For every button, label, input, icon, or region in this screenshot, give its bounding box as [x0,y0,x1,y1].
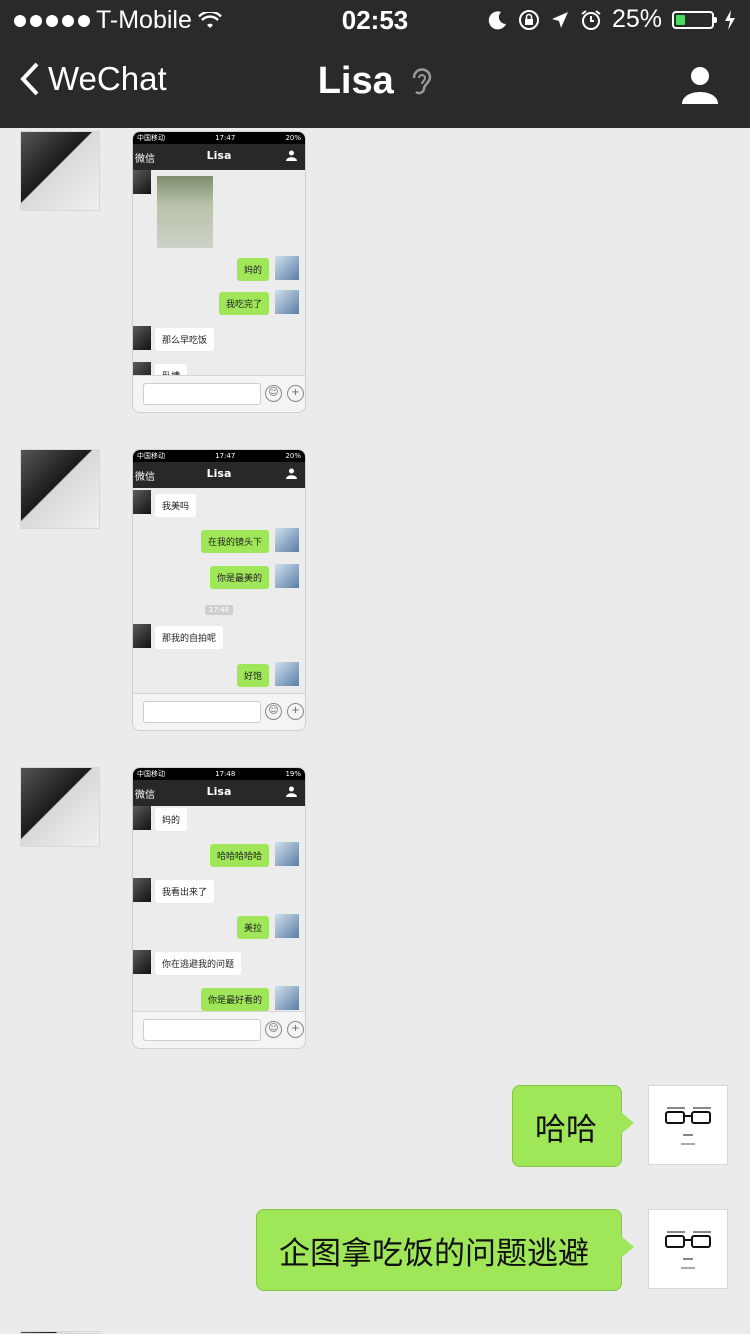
contact-profile-button[interactable] [680,64,720,104]
face-sketch-icon [665,1231,711,1269]
image-message-1[interactable]: 中国移动17:4720% 微信Lisa 妈的 我吃完了 那么早吃饭 卧槽 ☺+ [132,131,306,413]
thumb-input-bar: ☺ + [133,375,305,412]
contact-avatar[interactable] [20,131,100,211]
thumb-message: 哈哈哈哈哈 [209,844,269,867]
thumb-input-bar: ☺ + [133,693,305,730]
outgoing-message[interactable]: 企图拿吃饭的问题逃避 [256,1209,634,1291]
thumb-status-bar: 中国移动 17:47 20% [133,132,305,144]
moon-icon [488,10,506,29]
status-right: 25% [488,5,736,34]
thumb-nav-bar: 微信 Lisa [133,462,305,488]
ear-icon [413,68,432,95]
thumb-message: 在我的镜头下 [200,530,269,553]
message-text: 企图拿吃饭的问题逃避 [279,1235,589,1272]
thumb-message: 好饱 [236,664,269,687]
alarm-icon [581,9,601,30]
contact-avatar[interactable] [20,449,100,529]
thumb-message: 美拉 [236,916,269,939]
status-bar: T-Mobile 02:53 25% [0,0,750,42]
thumb-status-bar: 中国移动 17:48 19% [133,768,305,780]
message-text: 哈哈 [535,1111,597,1148]
battery-percent: 25% [611,5,662,33]
thumb-message: 你在逃避我的问题 [155,952,242,975]
thumb-message: 妈的 [155,808,188,831]
contact-avatar[interactable] [20,767,100,847]
chat-title: Lisa [0,60,750,103]
battery-icon [672,10,717,29]
thumb-avatar [133,170,151,194]
thumb-status-bar: 中国移动 17:47 20% [133,450,305,462]
thumb-nav-bar: 微信 Lisa [133,780,305,806]
thumb-nav-bar: 微信 Lisa [133,144,305,170]
thumb-message: 那我的自拍呢 [155,626,224,649]
rotation-lock-icon [518,9,539,30]
thumb-message: 我美吗 [155,494,197,517]
my-avatar[interactable] [648,1085,728,1165]
thumb-photo [157,176,213,248]
outgoing-message[interactable]: 哈哈 [512,1085,634,1167]
image-message-2[interactable]: 中国移动 17:47 20% 微信 Lisa 我美吗 在我的镜头下 你是最美的 17:… [132,449,306,731]
contact-name: Lisa [317,60,394,102]
thumb-timestamp: 17:48 [133,605,305,615]
thumb-message: 你是最好看的 [200,988,269,1011]
thumb-message: 我吃完了 [218,292,269,315]
thumb-input-bar: ☺ + [133,1011,305,1048]
thumb-message: 妈的 [236,258,269,281]
thumb-message: 你是最美的 [209,566,269,589]
thumb-message: 那么早吃饭 [155,328,215,351]
location-icon [551,11,568,28]
thumb-message: 我看出来了 [155,880,215,903]
my-avatar[interactable] [648,1209,728,1289]
charging-bolt-icon [725,9,735,30]
face-sketch-icon [665,1107,711,1145]
image-message-3[interactable]: 中国移动 17:48 19% 微信 Lisa 妈的 哈哈哈哈哈 我看出来了 美拉 你在… [132,767,306,1049]
nav-bar: WeChat Lisa [0,42,750,128]
